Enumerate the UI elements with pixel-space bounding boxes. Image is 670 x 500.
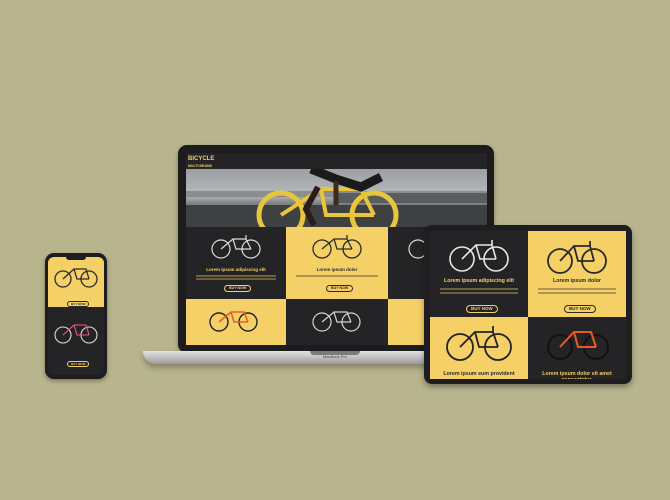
laptop-model-label: MacBook Pro [322, 354, 347, 359]
tablet-card-1: Lorem ipsum adipiscing elit BUY NOW [430, 231, 528, 317]
site-brand[interactable]: BICYCLE MULTI BRAND [188, 156, 214, 170]
bike-icon [209, 311, 258, 332]
card-title: Lorem ipsum dolor [316, 267, 358, 272]
buy-now-button[interactable]: BUY NOW [466, 305, 498, 313]
brand-title: BICYCLE [188, 156, 215, 162]
laptop-card-1: Lorem ipsum adipiscing elit BUY NOW [186, 227, 286, 299]
buy-now-button[interactable]: BUY NOW [326, 285, 354, 292]
tablet-screen: Lorem ipsum adipiscing elit BUY NOW Lore… [430, 231, 626, 379]
bike-icon [547, 331, 609, 360]
buy-now-button[interactable]: BUY NOW [224, 285, 252, 292]
buy-now-button[interactable]: BUY NOW [67, 361, 90, 367]
phone-card-1: BUY NOW [48, 257, 104, 307]
tablet-card-4: Lorem ipsum dolor sit amet consectetur. [528, 317, 626, 379]
phone-notch [66, 257, 86, 260]
buy-now-button[interactable]: BUY NOW [564, 305, 596, 313]
bike-icon [446, 326, 512, 361]
card-description [196, 278, 276, 280]
buy-now-button[interactable]: BUY NOW [67, 301, 90, 307]
phone-card-2: BUY NOW [48, 311, 104, 369]
card-title: Lorem ipsum dolor sit amet consectetur. [542, 371, 612, 379]
laptop-card-4 [186, 299, 286, 345]
card-description [537, 288, 617, 290]
card-description [196, 275, 276, 277]
tablet-card-2: Lorem ipsum dolor BUY NOW [528, 231, 626, 317]
bike-icon [312, 311, 361, 332]
card-description [537, 292, 617, 294]
hero-cyclist-illustration [186, 169, 487, 227]
hero-image [186, 169, 487, 227]
card-title: Lorem ipsum eum provident [443, 371, 515, 377]
card-description [439, 292, 519, 294]
laptop-card-2: Lorem ipsum dolor BUY NOW [286, 227, 388, 299]
tablet-card-3: Lorem ipsum eum provident [430, 317, 528, 379]
card-title: Lorem ipsum dolor [553, 278, 601, 284]
card-description [296, 275, 378, 277]
card-title: Lorem ipsum adipiscing elit [206, 267, 266, 272]
card-title: Lorem ipsum adipiscing elit [443, 278, 515, 284]
bike-icon [54, 268, 98, 288]
phone-screen: BUY NOW BUY NOW [48, 257, 104, 375]
laptop-card-5 [286, 299, 388, 345]
card-description [439, 288, 519, 290]
